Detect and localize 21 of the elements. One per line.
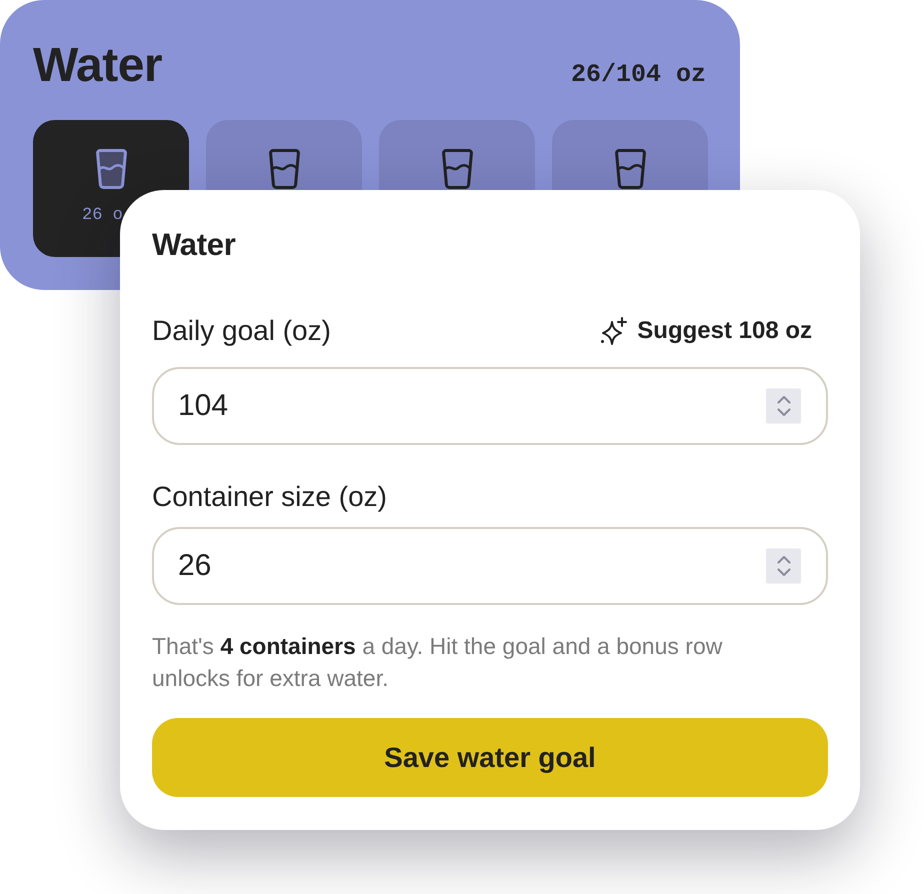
save-button[interactable]: Save water goal (152, 718, 828, 797)
progress-reading: 26/104 oz (570, 60, 706, 89)
stepper-button[interactable] (766, 548, 801, 584)
number-input[interactable]: 26 (152, 527, 828, 605)
hint-text: That's 4 containers a day. Hit the goal and a bonus row unlocks for extra water. (152, 632, 724, 693)
chevron-down-icon (776, 408, 790, 416)
glass-icon (440, 148, 474, 190)
chevron-up-icon (776, 396, 790, 404)
field-label: Container size (oz) (152, 480, 387, 514)
card-title: Water (33, 38, 162, 93)
glass-icon (94, 148, 128, 190)
chevron-up-icon (776, 556, 790, 564)
glass-icon (268, 148, 300, 190)
stepper-button[interactable] (766, 388, 801, 424)
glass-icon (614, 148, 646, 190)
tile-label: 26 o (82, 206, 123, 226)
suggest-button[interactable]: Suggest 108 oz (600, 317, 812, 345)
sparkle-icon (600, 317, 628, 345)
field-label: Daily goal (oz) (152, 314, 331, 348)
chevron-down-icon (776, 568, 790, 576)
number-input[interactable]: 104 (152, 367, 828, 445)
